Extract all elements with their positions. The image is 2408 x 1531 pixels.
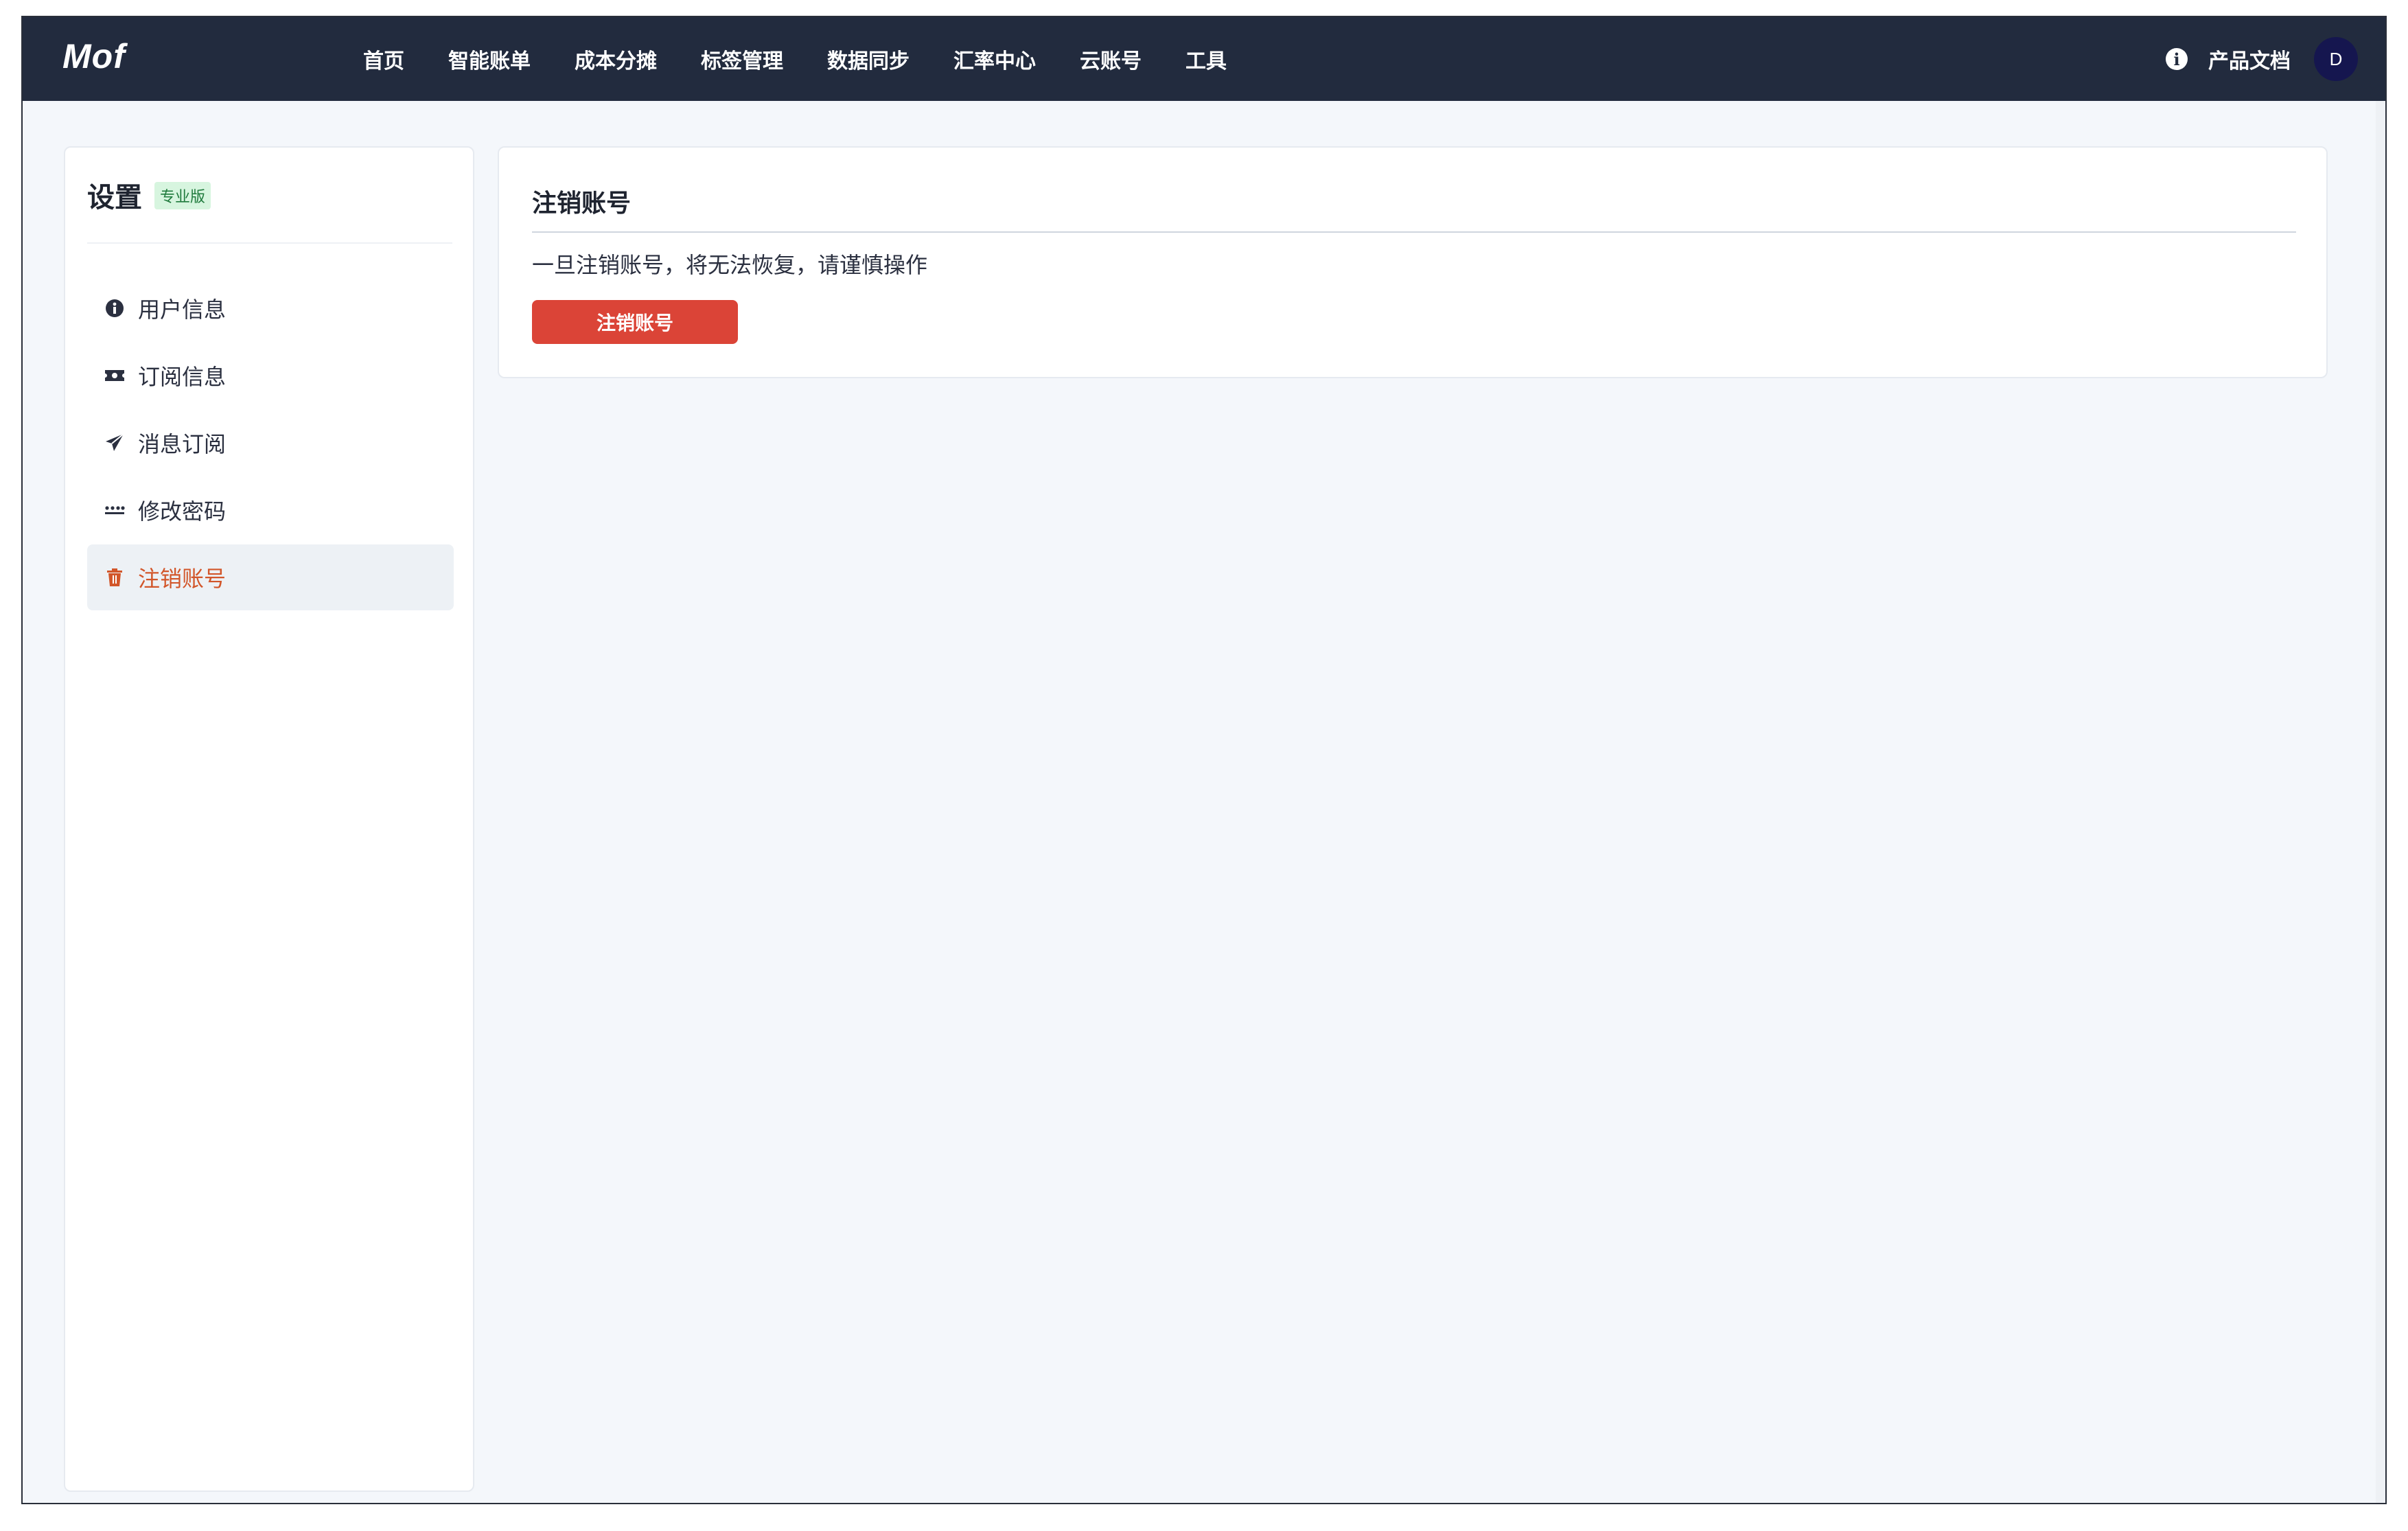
settings-sidebar: 设置 专业版 用户信息 订阅信息 消息订阅 修改密码 注销账号 [64,146,474,1492]
section-title: 注销账号 [532,183,2296,233]
sidebar-item-label: 订阅信息 [138,364,227,390]
ticket-icon [104,365,126,387]
delete-account-card: 注销账号 一旦注销账号，将无法恢复，请谨慎操作 注销账号 [498,146,2328,378]
sidebar-item-user-info[interactable]: 用户信息 [87,275,454,341]
sidebar-item-label: 修改密码 [138,498,227,525]
warning-text: 一旦注销账号，将无法恢复，请谨慎操作 [532,252,928,278]
sidebar-item-label: 注销账号 [138,566,227,592]
sidebar-item-delete-account[interactable]: 注销账号 [87,544,454,610]
avatar[interactable]: D [2314,37,2358,81]
trash-icon [104,566,126,588]
main-nav: 首页 智能账单 成本分摊 标签管理 数据同步 汇率中心 云账号 工具 [363,17,1271,101]
sidebar-item-message-subscription[interactable]: 消息订阅 [87,410,454,476]
nav-item-exchange-rate[interactable]: 汇率中心 [953,44,1036,74]
sidebar-item-subscription[interactable]: 订阅信息 [87,343,454,408]
password-dots-icon [104,499,126,521]
brand-logo[interactable]: Mof [62,36,126,76]
plan-badge: 专业版 [154,182,211,209]
info-circle-icon [104,297,126,319]
nav-item-cloud-accounts[interactable]: 云账号 [1080,44,1142,74]
settings-menu: 用户信息 订阅信息 消息订阅 修改密码 注销账号 [87,275,454,612]
paper-plane-icon [104,432,126,454]
nav-item-tools[interactable]: 工具 [1185,44,1227,74]
sidebar-item-label: 消息订阅 [138,431,227,457]
sidebar-item-label: 用户信息 [138,297,227,323]
top-navbar: Mof 首页 智能账单 成本分摊 标签管理 数据同步 汇率中心 云账号 工具 i… [23,17,2385,101]
app-window: Mof 首页 智能账单 成本分摊 标签管理 数据同步 汇率中心 云账号 工具 i… [21,16,2387,1504]
nav-item-data-sync[interactable]: 数据同步 [827,44,910,74]
nav-item-cost-allocation[interactable]: 成本分摊 [575,44,657,74]
delete-account-button[interactable]: 注销账号 [532,300,738,344]
info-icon[interactable]: i [2166,48,2188,70]
sidebar-header: 设置 专业版 [87,148,452,244]
nav-item-tag-management[interactable]: 标签管理 [701,44,783,74]
navbar-right: i 产品文档 D [2166,17,2358,101]
sidebar-title: 设置 [87,182,142,214]
sidebar-item-change-password[interactable]: 修改密码 [87,477,454,543]
docs-link[interactable]: 产品文档 [2208,44,2291,74]
nav-item-home[interactable]: 首页 [363,44,404,74]
page-scrollbar[interactable] [2376,101,2385,1503]
nav-item-smart-bill[interactable]: 智能账单 [448,44,531,74]
